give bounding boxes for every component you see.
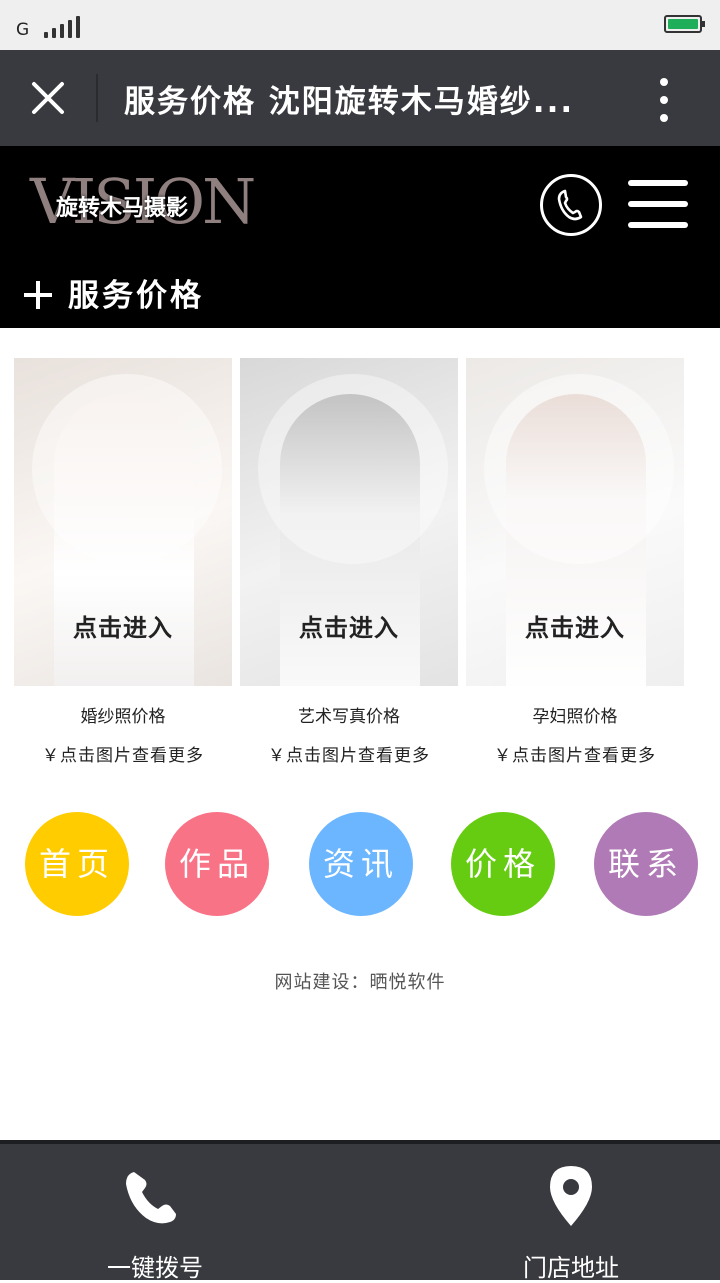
page-title: 服务价格 沈阳旋转木马婚纱... [124,84,575,120]
card-maternity-price[interactable]: 点击进入 孕妇照价格 ￥点击图片查看更多 [466,358,684,766]
plus-icon [24,281,52,309]
status-bar: G [0,0,720,50]
browser-title-bar: 服务价格 沈阳旋转木马婚纱... [0,50,720,146]
location-pin-icon [550,1166,592,1226]
enter-label: 点击进入 [299,614,399,642]
card-subtitle: ￥点击图片查看更多 [494,746,656,766]
enter-label: 点击进入 [73,614,173,642]
enter-label: 点击进入 [525,614,625,642]
card-title: 婚纱照价格 [80,707,166,727]
section-title[interactable]: 服务价格 [24,270,204,314]
maternity-photo[interactable]: 点击进入 [466,358,684,686]
one-click-dial-button[interactable]: 一键拨号 [90,1160,220,1282]
carrier-label: G [16,20,30,40]
menu-button[interactable] [628,178,688,230]
card-title: 孕妇照价格 [532,707,618,727]
phone-icon [557,189,583,221]
battery-icon [664,15,705,33]
title-divider [96,74,98,122]
art-portrait-photo[interactable]: 点击进入 [240,358,458,686]
card-art-portrait-price[interactable]: 点击进入 艺术写真价格 ￥点击图片查看更多 [240,358,458,766]
section-title-label: 服务价格 [68,278,204,314]
photo-highlight-circle [484,374,674,564]
phone-icon [126,1172,176,1224]
card-subtitle: ￥点击图片查看更多 [268,746,430,766]
close-button[interactable] [24,74,72,122]
dial-label: 一键拨号 [107,1254,203,1282]
call-button[interactable] [540,174,602,236]
store-address-button[interactable]: 门店地址 [506,1160,636,1282]
card-subtitle: ￥点击图片查看更多 [42,746,204,766]
photo-highlight-circle [32,374,222,564]
site-logo[interactable]: VISION 旋转木马摄影 [30,166,256,238]
nav-home[interactable]: 首页 [25,812,129,916]
nav-news[interactable]: 资讯 [309,812,413,916]
signal-icon [44,14,84,38]
site-header: VISION 旋转木马摄影 服务价格 [0,146,720,328]
address-label: 门店地址 [523,1254,619,1282]
nav-price[interactable]: 价格 [451,812,555,916]
close-icon [32,82,64,114]
site-credit: 网站建设：晒悦软件 [274,972,446,993]
wedding-photo[interactable]: 点击进入 [14,358,232,686]
card-title: 艺术写真价格 [298,707,400,727]
nav-works[interactable]: 作品 [165,812,269,916]
card-wedding-price[interactable]: 点击进入 婚纱照价格 ￥点击图片查看更多 [14,358,232,766]
logo-chinese-name: 旋转木马摄影 [56,196,189,221]
bottom-action-bar: 一键拨号 门店地址 [0,1140,720,1282]
nav-contact[interactable]: 联系 [594,812,698,916]
more-options-button[interactable] [648,76,680,124]
photo-highlight-circle [258,374,448,564]
